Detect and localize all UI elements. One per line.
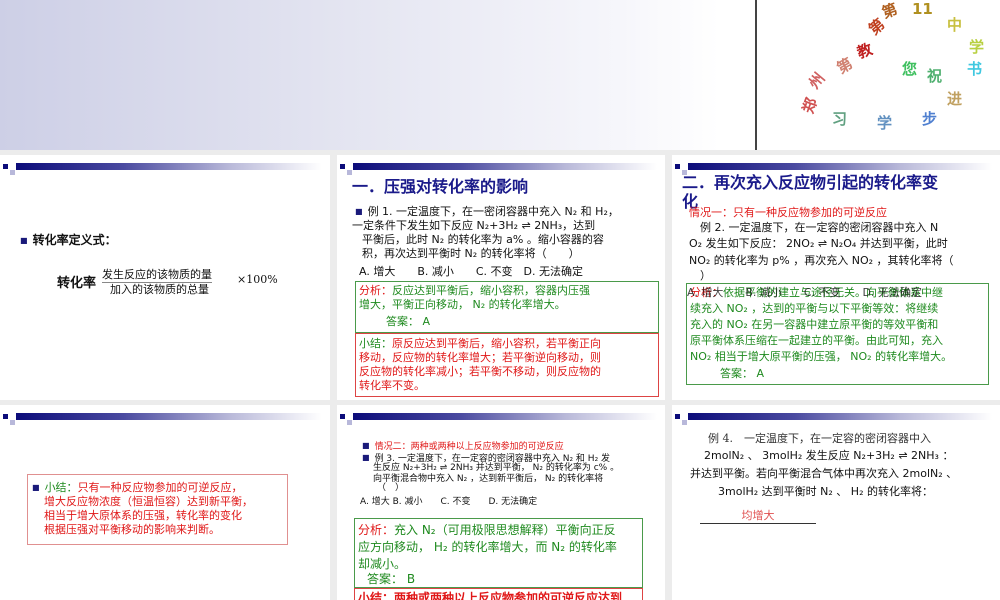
example-line: NO₂ 的转化率为 p% ，再次充入 NO₂ ，其转化率将（ [689,254,954,267]
example-line: （ ） [377,483,405,493]
analysis-box: 分析：反应达到平衡后，缩小容积，容器内压强 增大，平衡正向移动， N₂ 的转化率… [355,281,659,333]
analysis-label: 分析： [359,284,392,297]
example-line: 例 1. 一定温度下，在一密闭容器中充入 N₂ 和 H₂， [355,205,619,219]
answer-text: 答案： A [386,315,431,328]
analysis-text: 原平衡体系压缩在一起建立的平衡。由此可知，充入 [690,334,943,347]
summary-label: 小结： [359,337,392,350]
example-line: 一定条件下发生如下反应 N₂+3H₂ ⇌ 2NH₃，达到 [352,219,596,232]
example-line: 平衡后，此时 N₂ 的转化率为 a% 。缩小容器的容 [362,233,604,246]
slide-header-bar [337,409,665,425]
definition-heading: 转化率定义式： [20,233,117,248]
example-line: 积，再次达到平衡时 N₂ 的转化率将（ ） [362,247,580,260]
answer-text: 答案： A [720,367,765,380]
analysis-label: 分析： [358,523,395,537]
analysis-text: 增大，平衡正向移动， N₂ 的转化率增大。 [359,298,566,311]
slide-title: 一．压强对转化率的影响 [352,177,529,196]
formula-multiplier: ×100% [237,273,278,286]
summary-text: 转化率不变。 [359,379,425,392]
summary-box: 小结：只有一种反应物参加的可逆反应， 增大反应物浓度（恒温恒容）达到新平衡， 相… [27,474,288,545]
analysis-text: 续充入 NO₂ ，达到的平衡与以下平衡等效：将继续 [690,302,939,315]
summary-text: 相当于增大原体系的压强，转化率的变化 [44,509,242,522]
answer-options: A. 增大 B. 减小 C. 不变 D. 无法确定 [360,497,538,507]
analysis-box: 分析：充入 N₂（可用极限思想解释）平衡向正反 应方向移动， H₂ 的转化率增大… [354,518,643,588]
summary-text: 只有一种反应物参加的可逆反应， [77,481,243,494]
example-line: 并达到平衡。若向平衡混合气体中再次充入 2molN₂ 、 [690,467,958,480]
slide-thumbnail-6[interactable]: 例 4. 一定温度下，在一定容的密闭容器中入 2molN₂ 、 3molH₂ 发… [672,405,1000,600]
summary-box: 小结：原反应达到平衡后，缩小容积，若平衡正向 移动，反应物的转化率增大；若平衡逆… [355,333,659,397]
school-logo-art: 郑 州 第 教 第 第 11 中 学 书 祝 您 进 步 学 习 [798,0,985,132]
summary-text: 根据压强对平衡移动的影响来判断。 [44,523,220,536]
example-line: 3molH₂ 达到平衡时 N₂ 、 H₂ 的转化率将： [718,485,933,498]
example-line: ） [689,269,711,282]
case-heading: 情况一：只有一种反应物参加的可逆反应 [689,206,887,219]
analysis-box: 分析：依据平衡的建立与途径无关。向平衡体系中继 A. 增大 B. 减小 C. 不… [686,283,989,385]
slide-thumbnail-5[interactable]: 情况二：两种或两种以上反应物参加的可逆反应 例 3. 一定温度下，在一定容的密闭… [337,405,665,600]
answer-options: A. 增大 B. 减小 C. 不变 D. 无法确定 [359,265,584,278]
analysis-text: NO₂ 相当于增大原平衡的压强， NO₂ 的转化率增大。 [690,350,953,363]
slide-header-bar [0,159,330,175]
summary-box: 小结：两种或两种以上反应物参加的可逆反应达到 [354,588,643,600]
answer-text: 答案： B [367,572,416,586]
slide-thumbnail-3[interactable]: 二．再次充入反应物引起的转化率变 化 情况一：只有一种反应物参加的可逆反应 例 … [672,155,1000,400]
summary-text: 小结：两种或两种以上反应物参加的可逆反应达到 [358,591,623,600]
analysis-text: 却减小。 [358,557,407,571]
example-line: 生反应 N₂+3H₂ ⇌ 2NH₃ 并达到平衡， N₂ 的转化率为 c% 。 [373,463,620,473]
analysis-text: 应方向移动， H₂ 的转化率增大，而 N₂ 的转化率 [358,540,617,554]
summary-label: 小结： [44,481,78,494]
slide-thumbnail-1[interactable]: 转化率定义式： 转化率 发生反应的该物质的量 加入的该物质的总量 ×100% [0,155,330,400]
analysis-text: 充入的 NO₂ 在另一容器中建立原平衡的等效平衡和 [690,318,939,331]
slide-header-bar [672,409,1000,425]
analysis-text: 充入 N₂（可用极限思想解释）平衡向正反 [394,523,616,537]
example-line: 例 2. 一定温度下，在一定容的密闭容器中充入 N [689,221,939,234]
slide-header-bar [0,409,330,425]
slide-header-bar [672,159,1000,175]
answer-options: A. 增大 B. 减小 C. 不变 D. 无法确定 [687,286,923,299]
example-line: 向平衡混合物中充入 N₂ ，达到新平衡后， N₂ 的转化率将 [373,474,604,484]
slide-thumbnail-2[interactable]: 一．压强对转化率的影响 例 1. 一定温度下，在一密闭容器中充入 N₂ 和 H₂… [337,155,665,400]
example-line: O₂ 发生如下反应： 2NO₂ ⇌ N₂O₄ 并达到平衡，此时 [689,237,948,250]
slide-thumbnail-top[interactable]: 郑 州 第 教 第 第 11 中 学 书 祝 您 进 步 学 习 [0,0,1000,150]
slide-title: 二．再次充入反应物引起的转化率变 [682,173,939,192]
formula-denominator: 加入的该物质的总量 [110,283,209,296]
summary-text: 增大反应物浓度（恒温恒容）达到新平衡， [44,495,253,508]
summary-text: 反应物的转化率减小；若平衡不移动，则反应物的 [359,365,601,378]
formula-lhs: 转化率 [57,276,97,291]
example-line: 例 4. 一定温度下，在一定容的密闭容器中入 [708,432,931,445]
example-line: 2molN₂ 、 3molH₂ 发生反应 N₂+3H₂ ⇌ 2NH₃ ： [704,449,954,462]
slide-header-bar [337,159,665,175]
summary-text: 原反应达到平衡后，缩小容积，若平衡正向 [392,337,601,350]
summary-text: 移动，反应物的转化率增大；若平衡逆向移动，则 [359,351,601,364]
slide-thumbnail-4[interactable]: 小结：只有一种反应物参加的可逆反应， 增大反应物浓度（恒温恒容）达到新平衡， 相… [0,405,330,600]
answer-blank: 均增大 [700,509,816,524]
analysis-text: 反应达到平衡后，缩小容积，容器内压强 [392,284,590,297]
